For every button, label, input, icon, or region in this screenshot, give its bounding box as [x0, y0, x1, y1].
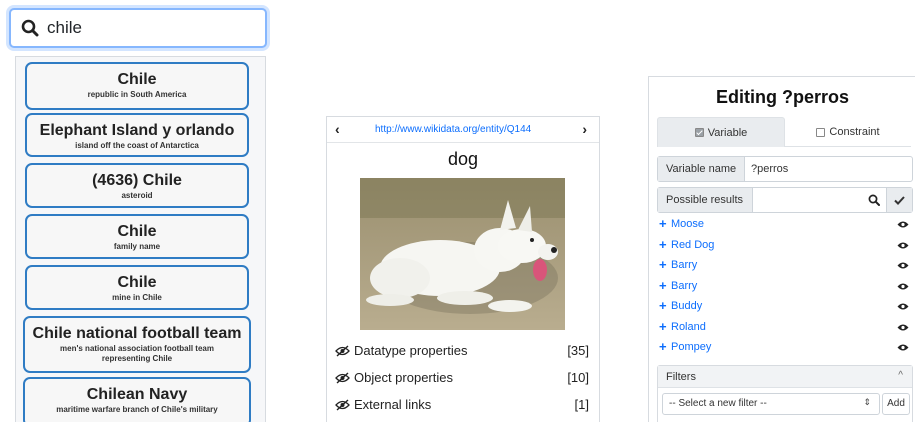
possible-result-name[interactable]: Moose [671, 218, 704, 230]
eye-slash-icon [335, 345, 350, 357]
possible-result-item[interactable]: + Moose [657, 215, 913, 236]
possible-result-item[interactable]: + Pompey [657, 338, 913, 359]
variable-name-group: Variable name ?perros [657, 156, 913, 182]
possible-result-name[interactable]: Barry [671, 259, 697, 271]
property-count: [10] [567, 370, 589, 385]
result-card-chilean-navy[interactable]: Chilean Navy maritime warfare branch of … [23, 377, 251, 422]
plus-icon[interactable]: + [659, 340, 667, 353]
filters-section: Filters ^ -- Select a new filter -- ⇕ Ad… [657, 365, 913, 422]
entity-card: ‹ http://www.wikidata.org/entity/Q144 › … [326, 116, 600, 422]
plus-icon[interactable]: + [659, 279, 667, 292]
eye-icon[interactable] [897, 261, 909, 270]
result-card-4636-chile[interactable]: (4636) Chile asteroid [25, 163, 249, 208]
possible-results-list: + Moose + Red Dog + Barry + Barry + Budd… [657, 215, 913, 359]
filter-select[interactable]: -- Select a new filter -- ⇕ [662, 393, 880, 415]
add-filter-button[interactable]: Add [882, 393, 910, 415]
eye-icon[interactable] [897, 220, 909, 229]
previous-icon[interactable]: ‹ [335, 121, 340, 137]
result-title: Chile [117, 274, 157, 291]
result-description: family name [113, 242, 161, 251]
possible-result-item[interactable]: + Buddy [657, 297, 913, 318]
result-card-chile-mine[interactable]: Chile mine in Chile [25, 265, 249, 310]
result-card-elephant-island[interactable]: Elephant Island y orlando island off the… [25, 113, 249, 157]
eye-icon[interactable] [897, 343, 909, 352]
result-description: men's national association football team… [60, 344, 214, 363]
plus-icon[interactable]: + [659, 258, 667, 271]
possible-result-name[interactable]: Barry [671, 280, 697, 292]
entity-nav: ‹ http://www.wikidata.org/entity/Q144 › [327, 117, 599, 143]
possible-result-name[interactable]: Red Dog [671, 239, 714, 251]
result-card-chile-family-name[interactable]: Chile family name [25, 214, 249, 259]
search-icon[interactable] [868, 194, 880, 206]
result-description: republic in South America [87, 90, 187, 99]
external-links-row[interactable]: External links [1] [335, 396, 591, 416]
object-properties-row[interactable]: Object properties [10] [335, 369, 591, 389]
possible-result-name[interactable]: Buddy [671, 300, 702, 312]
datatype-properties-row[interactable]: Datatype properties [35] [335, 342, 591, 362]
entity-url-link[interactable]: http://www.wikidata.org/entity/Q144 [375, 124, 531, 135]
editor-tabs: Variable Constraint [657, 117, 911, 147]
result-title: Chilean Navy [86, 386, 188, 403]
eye-icon[interactable] [897, 241, 909, 250]
result-title: (4636) Chile [92, 172, 182, 189]
search-input[interactable] [47, 18, 247, 38]
search-box[interactable] [9, 8, 267, 48]
filters-label: Filters [666, 371, 696, 383]
checkbox-checked-icon[interactable] [694, 128, 704, 137]
property-count: [1] [574, 397, 589, 412]
dog-photo [360, 178, 565, 330]
result-card-chile[interactable]: Chile republic in South America [25, 62, 249, 110]
search-results-list: Chile republic in South America Elephant… [15, 56, 266, 422]
tab-variable[interactable]: Variable [657, 117, 785, 147]
result-title: Chile national football team [32, 325, 242, 342]
possible-results-label: Possible results [658, 188, 753, 212]
result-description: mine in Chile [112, 293, 162, 302]
checkbox-icon[interactable] [816, 127, 826, 137]
possible-result-item[interactable]: + Barry [657, 256, 913, 277]
tab-label: Constraint [829, 126, 880, 138]
eye-slash-icon [335, 399, 350, 411]
property-label: External links [354, 397, 432, 412]
eye-icon[interactable] [897, 323, 909, 332]
possible-result-name[interactable]: Pompey [671, 341, 711, 353]
possible-results-group: Possible results [657, 187, 913, 213]
next-icon[interactable]: › [582, 121, 587, 137]
variable-name-input[interactable]: ?perros [751, 163, 788, 175]
filters-header[interactable]: Filters ^ [658, 366, 912, 388]
search-icon [21, 19, 39, 37]
possible-result-item[interactable]: + Red Dog [657, 236, 913, 257]
tab-label: Variable [707, 126, 748, 139]
plus-icon[interactable]: + [659, 320, 667, 333]
plus-icon[interactable]: + [659, 217, 667, 230]
entity-label: dog [447, 149, 479, 169]
editing-panel: Editing ?perros Variable Constraint Vari… [648, 76, 915, 422]
filter-select-value: -- Select a new filter -- [669, 398, 767, 409]
property-label: Object properties [354, 370, 453, 385]
check-icon [894, 195, 905, 205]
confirm-button[interactable] [886, 188, 912, 212]
result-title: Chile [117, 223, 157, 240]
editing-title: Editing ?perros [715, 87, 849, 107]
result-description: island off the coast of Antarctica [75, 141, 199, 150]
result-title: Elephant Island y orlando [39, 122, 235, 139]
plus-icon[interactable]: + [659, 238, 667, 251]
property-label: Datatype properties [354, 343, 468, 358]
chevron-up-icon[interactable]: ^ [898, 370, 903, 381]
tab-constraint[interactable]: Constraint [785, 117, 911, 147]
result-card-football-team[interactable]: Chile national football team men's natio… [23, 316, 251, 373]
eye-slash-icon [335, 372, 350, 384]
eye-icon[interactable] [897, 302, 909, 311]
plus-icon[interactable]: + [659, 299, 667, 312]
select-arrows-icon: ⇕ [863, 397, 871, 407]
possible-result-item[interactable]: + Roland [657, 318, 913, 339]
possible-result-item[interactable]: + Barry [657, 277, 913, 298]
variable-name-label: Variable name [658, 157, 745, 181]
eye-icon[interactable] [897, 282, 909, 291]
possible-result-name[interactable]: Roland [671, 321, 706, 333]
property-count: [35] [567, 343, 589, 358]
result-description: asteroid [121, 191, 153, 200]
result-description: maritime warfare branch of Chile's milit… [56, 405, 218, 414]
result-title: Chile [117, 71, 157, 88]
